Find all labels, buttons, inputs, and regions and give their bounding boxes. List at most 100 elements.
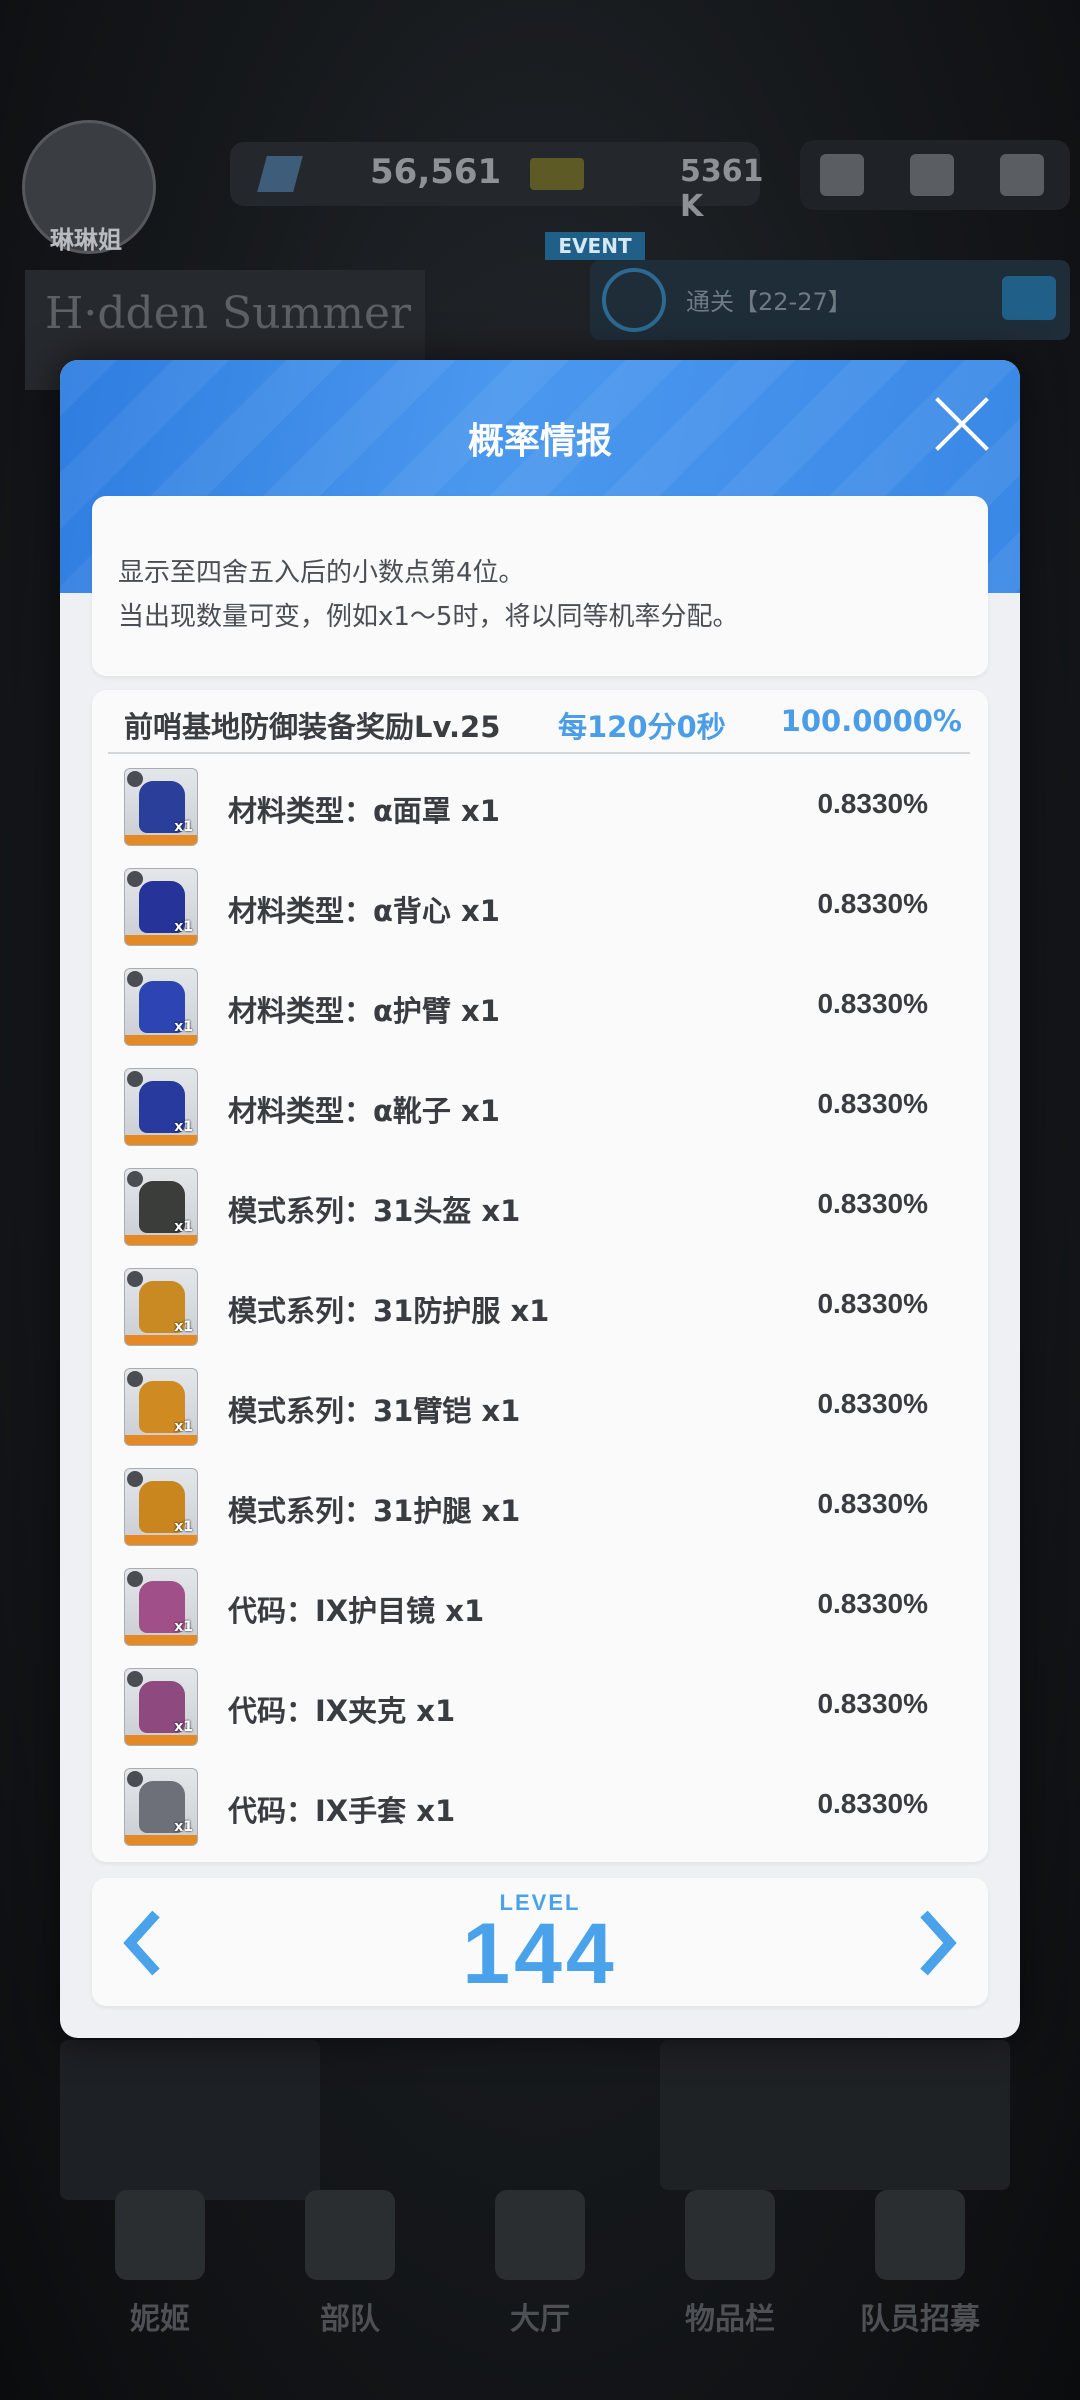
top-icons xyxy=(800,140,1070,210)
list-item: x1 模式系列：31护腿 x1 0.8330% xyxy=(92,1458,988,1558)
item-qty: x1 xyxy=(174,1619,193,1635)
jacket-icon[interactable]: x1 xyxy=(124,1668,198,1746)
equipment-type-icon xyxy=(127,771,143,787)
level-pager: LEVEL 144 xyxy=(92,1878,988,2006)
item-qty: x1 xyxy=(174,1319,193,1335)
item-rate: 0.8330% xyxy=(817,988,928,1019)
credit-icon xyxy=(530,158,584,190)
item-name: 代码：IX夹克 x1 xyxy=(228,1694,456,1728)
nav-label: 妮姬 xyxy=(130,2302,190,2337)
equipment-type-icon xyxy=(127,1571,143,1587)
list-item: x1 代码：IX夹克 x1 0.8330% xyxy=(92,1658,988,1758)
item-qty: x1 xyxy=(174,1519,193,1535)
rarity-bar xyxy=(125,1635,197,1645)
item-rate: 0.8330% xyxy=(817,1688,928,1719)
rarity-bar xyxy=(125,1735,197,1745)
boots-icon[interactable]: x1 xyxy=(124,1468,198,1546)
item-name: 模式系列：31头盔 x1 xyxy=(228,1194,521,1228)
currency-bar: 56,561 5361 K xyxy=(230,142,764,224)
reward-list-header: 前哨基地防御装备奖励Lv.25 每120分0秒 100.0000% xyxy=(108,690,970,754)
list-item: x1 模式系列：31臂铠 x1 0.8330% xyxy=(92,1358,988,1458)
goggles-icon[interactable]: x1 xyxy=(124,1568,198,1646)
nav-label: 队员招募 xyxy=(860,2302,980,2337)
item-rate: 0.8330% xyxy=(817,1188,928,1219)
equipment-type-icon xyxy=(127,1671,143,1687)
close-icon[interactable] xyxy=(932,394,992,454)
list-item: x1 材料类型：α靴子 x1 0.8330% xyxy=(92,1058,988,1158)
bell-icon[interactable] xyxy=(820,154,864,196)
item-rate: 0.8330% xyxy=(817,1788,928,1819)
chevron-right-icon[interactable] xyxy=(914,1908,960,1978)
nav-lobby[interactable]: 大厅 xyxy=(450,2170,630,2338)
item-qty: x1 xyxy=(174,919,193,935)
gem-count: 56,561 xyxy=(370,152,502,192)
boots-icon[interactable]: x1 xyxy=(124,1068,198,1146)
mail-icon[interactable] xyxy=(910,154,954,196)
reward-total-rate: 100.0000% xyxy=(780,704,962,738)
player-name: 琳琳姐 xyxy=(50,226,122,254)
item-rate: 0.8330% xyxy=(817,1588,928,1619)
event-text: 通关【22-27】 xyxy=(686,288,852,316)
equipment-type-icon xyxy=(127,1171,143,1187)
reward-interval: 每120分0秒 xyxy=(558,710,726,744)
glove-icon[interactable]: x1 xyxy=(124,1768,198,1846)
alert-icon xyxy=(602,268,666,332)
list-item: x1 代码：IX护目镜 x1 0.8330% xyxy=(92,1558,988,1658)
equipment-type-icon xyxy=(127,1371,143,1387)
rarity-bar xyxy=(125,1135,197,1145)
nav-squad[interactable]: 部队 xyxy=(260,2170,440,2338)
rarity-bar xyxy=(125,1435,197,1445)
list-item: x1 代码：IX手套 x1 0.8330% xyxy=(92,1758,988,1858)
item-name: 材料类型：α面罩 x1 xyxy=(228,794,500,828)
inventory-icon xyxy=(685,2190,775,2280)
equipment-type-icon xyxy=(127,1471,143,1487)
nav-inventory[interactable]: 物品栏 xyxy=(640,2170,820,2338)
item-rate: 0.8330% xyxy=(817,1288,928,1319)
helmet-icon[interactable]: x1 xyxy=(124,1168,198,1246)
gauntlet-icon[interactable]: x1 xyxy=(124,1368,198,1446)
list-item: x1 模式系列：31防护服 x1 0.8330% xyxy=(92,1258,988,1358)
item-qty: x1 xyxy=(174,1719,193,1735)
nier-banner[interactable] xyxy=(660,2040,1010,2190)
top-bar: 琳琳姐 56,561 5361 K xyxy=(0,120,1080,254)
notice-panel: 显示至四舍五入后的小数点第4位。 当出现数量可变，例如x1～5时，将以同等机率分… xyxy=(92,496,988,676)
equipment-type-icon xyxy=(127,1771,143,1787)
item-name: 代码：IX手套 x1 xyxy=(228,1794,456,1828)
reward-list[interactable]: 前哨基地防御装备奖励Lv.25 每120分0秒 100.0000% x1 材料类型… xyxy=(92,690,988,1862)
gauntlet-icon[interactable]: x1 xyxy=(124,968,198,1046)
item-rate: 0.8330% xyxy=(817,788,928,819)
list-item: x1 材料类型：α护臂 x1 0.8330% xyxy=(92,958,988,1058)
rarity-bar xyxy=(125,1835,197,1845)
item-qty: x1 xyxy=(174,1119,193,1135)
nav-label: 大厅 xyxy=(510,2302,570,2337)
arrow-right-icon[interactable] xyxy=(1002,276,1056,320)
rarity-bar xyxy=(125,1035,197,1045)
nikke-icon xyxy=(115,2190,205,2280)
item-name: 材料类型：α靴子 x1 xyxy=(228,1094,500,1128)
nav-nikke[interactable]: 妮姬 xyxy=(70,2170,250,2338)
notice-line-2: 当出现数量可变，例如x1～5时，将以同等机率分配。 xyxy=(118,602,739,632)
rarity-bar xyxy=(125,1335,197,1345)
vest-icon[interactable]: x1 xyxy=(124,868,198,946)
item-qty: x1 xyxy=(174,819,193,835)
item-name: 模式系列：31防护服 x1 xyxy=(228,1294,550,1328)
equipment-type-icon xyxy=(127,971,143,987)
modal-title: 概率情报 xyxy=(467,421,612,462)
bottom-nav: 妮姬 部队 大厅 物品栏 队员招募 xyxy=(0,2170,1080,2400)
item-rate: 0.8330% xyxy=(817,1388,928,1419)
nav-label: 部队 xyxy=(320,2302,380,2337)
nav-recruit[interactable]: 队员招募 xyxy=(830,2170,1010,2338)
equipment-type-icon xyxy=(127,1071,143,1087)
helmet-icon[interactable]: x1 xyxy=(124,768,198,846)
nav-label: 物品栏 xyxy=(685,2302,775,2337)
item-name: 模式系列：31臂铠 x1 xyxy=(228,1394,521,1428)
item-rate: 0.8330% xyxy=(817,1088,928,1119)
squad-icon xyxy=(305,2190,395,2280)
armor-icon[interactable]: x1 xyxy=(124,1268,198,1346)
lobby-icon xyxy=(495,2190,585,2280)
event-bar[interactable]: 通关【22-27】 xyxy=(590,260,1070,340)
list-item: x1 材料类型：α背心 x1 0.8330% xyxy=(92,858,988,958)
menu-grid-icon[interactable] xyxy=(1000,154,1044,196)
level-number: 144 xyxy=(462,1906,618,2002)
item-qty: x1 xyxy=(174,1419,193,1435)
